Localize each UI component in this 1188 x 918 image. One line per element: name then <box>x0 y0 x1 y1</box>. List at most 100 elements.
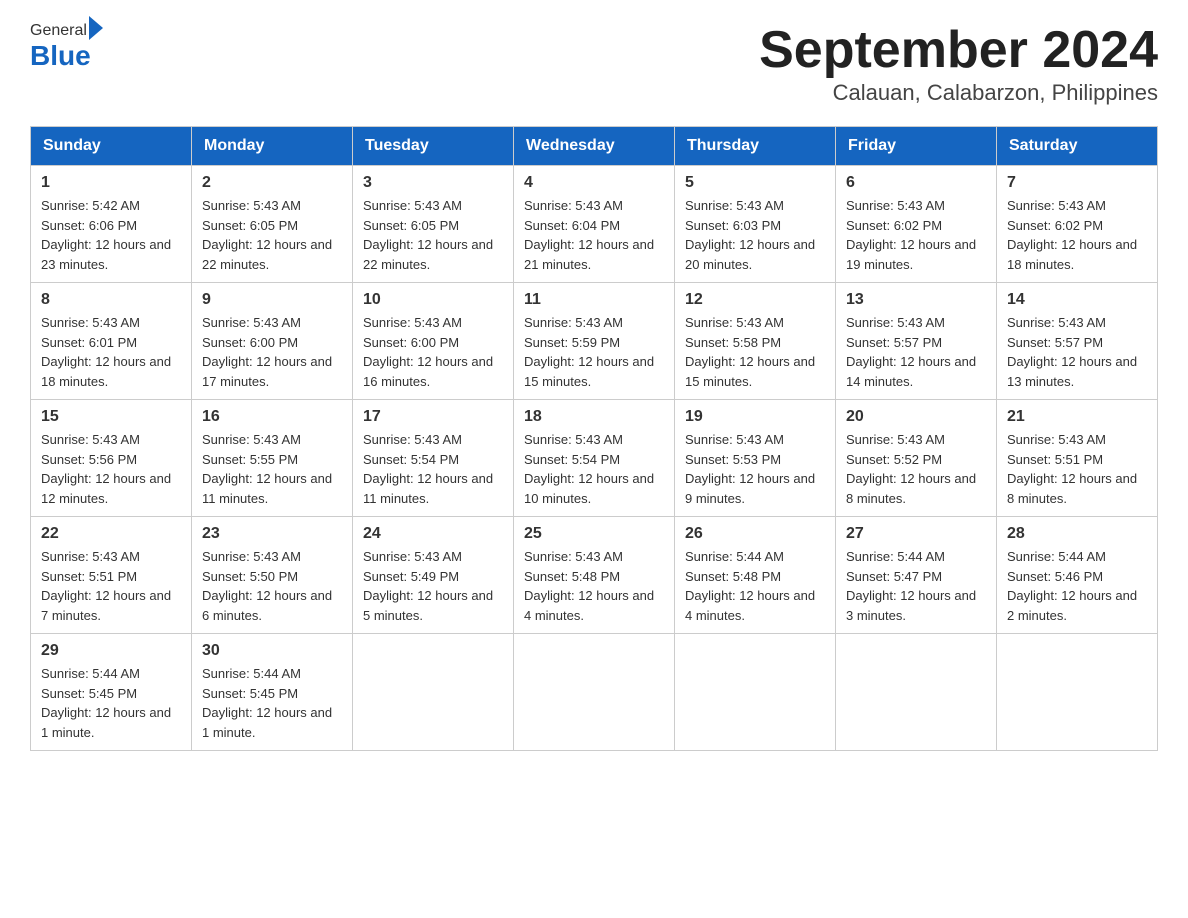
day-number: 12 <box>685 291 825 309</box>
location-title: Calauan, Calabarzon, Philippines <box>759 80 1158 106</box>
day-number: 9 <box>202 291 342 309</box>
day-number: 5 <box>685 174 825 192</box>
day-detail: Sunrise: 5:43 AMSunset: 5:58 PMDaylight:… <box>685 313 825 391</box>
calendar-week-row: 22 Sunrise: 5:43 AMSunset: 5:51 PMDaylig… <box>31 517 1158 634</box>
calendar-week-row: 15 Sunrise: 5:43 AMSunset: 5:56 PMDaylig… <box>31 400 1158 517</box>
day-number: 20 <box>846 408 986 426</box>
col-thursday: Thursday <box>675 127 836 166</box>
day-number: 23 <box>202 525 342 543</box>
table-row <box>514 634 675 751</box>
table-row: 13 Sunrise: 5:43 AMSunset: 5:57 PMDaylig… <box>836 283 997 400</box>
table-row: 28 Sunrise: 5:44 AMSunset: 5:46 PMDaylig… <box>997 517 1158 634</box>
day-number: 24 <box>363 525 503 543</box>
day-detail: Sunrise: 5:43 AMSunset: 5:59 PMDaylight:… <box>524 313 664 391</box>
day-number: 3 <box>363 174 503 192</box>
table-row: 23 Sunrise: 5:43 AMSunset: 5:50 PMDaylig… <box>192 517 353 634</box>
day-detail: Sunrise: 5:43 AMSunset: 6:00 PMDaylight:… <box>202 313 342 391</box>
day-number: 6 <box>846 174 986 192</box>
table-row <box>353 634 514 751</box>
calendar-week-row: 8 Sunrise: 5:43 AMSunset: 6:01 PMDayligh… <box>31 283 1158 400</box>
day-number: 29 <box>41 642 181 660</box>
day-detail: Sunrise: 5:43 AMSunset: 5:54 PMDaylight:… <box>524 430 664 508</box>
day-number: 15 <box>41 408 181 426</box>
table-row <box>997 634 1158 751</box>
table-row: 25 Sunrise: 5:43 AMSunset: 5:48 PMDaylig… <box>514 517 675 634</box>
day-detail: Sunrise: 5:43 AMSunset: 6:02 PMDaylight:… <box>1007 196 1147 274</box>
day-detail: Sunrise: 5:43 AMSunset: 5:48 PMDaylight:… <box>524 547 664 625</box>
day-detail: Sunrise: 5:43 AMSunset: 5:52 PMDaylight:… <box>846 430 986 508</box>
day-detail: Sunrise: 5:43 AMSunset: 6:00 PMDaylight:… <box>363 313 503 391</box>
table-row: 29 Sunrise: 5:44 AMSunset: 5:45 PMDaylig… <box>31 634 192 751</box>
table-row: 3 Sunrise: 5:43 AMSunset: 6:05 PMDayligh… <box>353 166 514 283</box>
day-detail: Sunrise: 5:44 AMSunset: 5:45 PMDaylight:… <box>202 664 342 742</box>
day-detail: Sunrise: 5:43 AMSunset: 6:02 PMDaylight:… <box>846 196 986 274</box>
page-header: General Blue September 2024 Calauan, Cal… <box>30 20 1158 106</box>
day-detail: Sunrise: 5:44 AMSunset: 5:45 PMDaylight:… <box>41 664 181 742</box>
month-title: September 2024 <box>759 20 1158 80</box>
day-number: 14 <box>1007 291 1147 309</box>
table-row: 27 Sunrise: 5:44 AMSunset: 5:47 PMDaylig… <box>836 517 997 634</box>
day-number: 10 <box>363 291 503 309</box>
table-row: 1 Sunrise: 5:42 AMSunset: 6:06 PMDayligh… <box>31 166 192 283</box>
day-number: 7 <box>1007 174 1147 192</box>
day-number: 18 <box>524 408 664 426</box>
col-saturday: Saturday <box>997 127 1158 166</box>
table-row: 14 Sunrise: 5:43 AMSunset: 5:57 PMDaylig… <box>997 283 1158 400</box>
col-wednesday: Wednesday <box>514 127 675 166</box>
day-number: 27 <box>846 525 986 543</box>
day-number: 28 <box>1007 525 1147 543</box>
table-row: 26 Sunrise: 5:44 AMSunset: 5:48 PMDaylig… <box>675 517 836 634</box>
day-detail: Sunrise: 5:43 AMSunset: 6:05 PMDaylight:… <box>202 196 342 274</box>
day-number: 30 <box>202 642 342 660</box>
day-detail: Sunrise: 5:44 AMSunset: 5:46 PMDaylight:… <box>1007 547 1147 625</box>
day-detail: Sunrise: 5:44 AMSunset: 5:48 PMDaylight:… <box>685 547 825 625</box>
day-detail: Sunrise: 5:43 AMSunset: 6:04 PMDaylight:… <box>524 196 664 274</box>
day-detail: Sunrise: 5:43 AMSunset: 5:51 PMDaylight:… <box>1007 430 1147 508</box>
col-friday: Friday <box>836 127 997 166</box>
day-detail: Sunrise: 5:43 AMSunset: 5:55 PMDaylight:… <box>202 430 342 508</box>
table-row: 7 Sunrise: 5:43 AMSunset: 6:02 PMDayligh… <box>997 166 1158 283</box>
day-detail: Sunrise: 5:43 AMSunset: 6:03 PMDaylight:… <box>685 196 825 274</box>
day-detail: Sunrise: 5:44 AMSunset: 5:47 PMDaylight:… <box>846 547 986 625</box>
day-detail: Sunrise: 5:42 AMSunset: 6:06 PMDaylight:… <box>41 196 181 274</box>
title-block: September 2024 Calauan, Calabarzon, Phil… <box>759 20 1158 106</box>
logo-blue-text: Blue <box>30 40 91 72</box>
day-number: 25 <box>524 525 664 543</box>
day-number: 26 <box>685 525 825 543</box>
table-row <box>675 634 836 751</box>
col-tuesday: Tuesday <box>353 127 514 166</box>
day-number: 8 <box>41 291 181 309</box>
table-row: 10 Sunrise: 5:43 AMSunset: 6:00 PMDaylig… <box>353 283 514 400</box>
calendar-week-row: 29 Sunrise: 5:44 AMSunset: 5:45 PMDaylig… <box>31 634 1158 751</box>
day-number: 2 <box>202 174 342 192</box>
day-number: 22 <box>41 525 181 543</box>
table-row: 17 Sunrise: 5:43 AMSunset: 5:54 PMDaylig… <box>353 400 514 517</box>
day-detail: Sunrise: 5:43 AMSunset: 5:54 PMDaylight:… <box>363 430 503 508</box>
col-monday: Monday <box>192 127 353 166</box>
day-number: 11 <box>524 291 664 309</box>
day-detail: Sunrise: 5:43 AMSunset: 6:05 PMDaylight:… <box>363 196 503 274</box>
table-row: 18 Sunrise: 5:43 AMSunset: 5:54 PMDaylig… <box>514 400 675 517</box>
day-detail: Sunrise: 5:43 AMSunset: 5:53 PMDaylight:… <box>685 430 825 508</box>
table-row: 6 Sunrise: 5:43 AMSunset: 6:02 PMDayligh… <box>836 166 997 283</box>
table-row: 11 Sunrise: 5:43 AMSunset: 5:59 PMDaylig… <box>514 283 675 400</box>
table-row: 24 Sunrise: 5:43 AMSunset: 5:49 PMDaylig… <box>353 517 514 634</box>
table-row: 4 Sunrise: 5:43 AMSunset: 6:04 PMDayligh… <box>514 166 675 283</box>
day-detail: Sunrise: 5:43 AMSunset: 5:56 PMDaylight:… <box>41 430 181 508</box>
day-number: 4 <box>524 174 664 192</box>
calendar-header-row: Sunday Monday Tuesday Wednesday Thursday… <box>31 127 1158 166</box>
table-row: 21 Sunrise: 5:43 AMSunset: 5:51 PMDaylig… <box>997 400 1158 517</box>
day-detail: Sunrise: 5:43 AMSunset: 6:01 PMDaylight:… <box>41 313 181 391</box>
table-row: 5 Sunrise: 5:43 AMSunset: 6:03 PMDayligh… <box>675 166 836 283</box>
day-number: 17 <box>363 408 503 426</box>
table-row <box>836 634 997 751</box>
logo-general-text: General <box>30 22 87 40</box>
table-row: 20 Sunrise: 5:43 AMSunset: 5:52 PMDaylig… <box>836 400 997 517</box>
col-sunday: Sunday <box>31 127 192 166</box>
table-row: 2 Sunrise: 5:43 AMSunset: 6:05 PMDayligh… <box>192 166 353 283</box>
logo-arrow-icon <box>89 16 103 40</box>
table-row: 12 Sunrise: 5:43 AMSunset: 5:58 PMDaylig… <box>675 283 836 400</box>
day-number: 1 <box>41 174 181 192</box>
day-number: 21 <box>1007 408 1147 426</box>
day-detail: Sunrise: 5:43 AMSunset: 5:51 PMDaylight:… <box>41 547 181 625</box>
